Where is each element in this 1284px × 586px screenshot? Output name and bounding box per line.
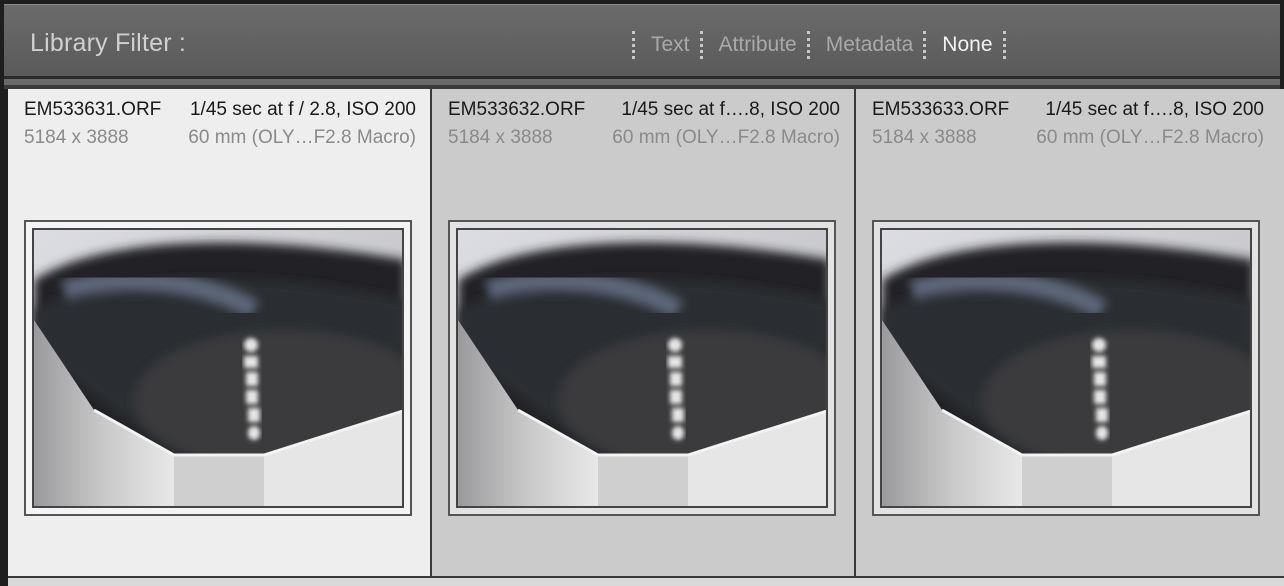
thumbnail-frame[interactable] [24,220,412,516]
tab-separator [923,31,927,59]
meta-row-secondary: 5184 x 3888 60 mm (OLY…F2.8 Macro) [24,127,416,149]
lens-label: 60 mm (OLY…F2.8 Macro) [612,127,840,148]
photo-thumbnail [32,228,404,508]
dimensions-label: 5184 x 3888 [872,127,977,148]
tab-metadata[interactable]: Metadata [824,33,916,57]
tab-separator [632,31,635,59]
meta-row-primary: EM533631.ORF 1/45 sec at f / 2.8, ISO 20… [24,99,416,121]
grid-cell[interactable]: EM533632.ORF 1/45 sec at f….8, ISO 200 5… [432,89,854,578]
photo-thumbnail [456,228,828,508]
filename-label: EM533633.ORF [872,99,1010,120]
tab-none[interactable]: None [940,33,994,57]
tab-separator [1002,31,1006,59]
filename-label: EM533632.ORF [448,99,586,120]
lens-label: 60 mm (OLY…F2.8 Macro) [188,127,416,148]
tab-attribute[interactable]: Attribute [717,33,799,57]
grid-cell[interactable]: EM533633.ORF 1/45 sec at f….8, ISO 200 5… [856,89,1284,578]
next-row-strip [8,578,1284,586]
tab-text[interactable]: Text [649,33,692,57]
exposure-label: 1/45 sec at f….8, ISO 200 [621,99,840,120]
filter-tabs: Text Attribute Metadata None [624,27,1020,63]
dimensions-label: 5184 x 3888 [448,127,553,148]
photo-thumbnail [880,228,1252,508]
exposure-label: 1/45 sec at f….8, ISO 200 [1045,99,1264,120]
exposure-label: 1/45 sec at f / 2.8, ISO 200 [189,99,416,120]
grid-cell[interactable]: EM533631.ORF 1/45 sec at f / 2.8, ISO 20… [8,89,430,578]
photo-grid: EM533631.ORF 1/45 sec at f / 2.8, ISO 20… [8,89,1284,586]
meta-row-secondary: 5184 x 3888 60 mm (OLY…F2.8 Macro) [448,127,840,149]
meta-row-primary: EM533632.ORF 1/45 sec at f….8, ISO 200 [448,99,840,121]
dimensions-label: 5184 x 3888 [24,127,129,148]
meta-row-primary: EM533633.ORF 1/45 sec at f….8, ISO 200 [872,99,1264,121]
library-filter-title: Library Filter : [30,29,187,57]
tab-separator [699,31,703,59]
filename-label: EM533631.ORF [24,99,162,120]
meta-row-secondary: 5184 x 3888 60 mm (OLY…F2.8 Macro) [872,127,1264,149]
tab-separator [806,31,810,59]
thumbnail-frame[interactable] [872,220,1260,516]
thumbnail-frame[interactable] [448,220,836,516]
lens-label: 60 mm (OLY…F2.8 Macro) [1036,127,1264,148]
library-filter-bar: Library Filter : Text Attribute Metadata… [4,4,1280,76]
